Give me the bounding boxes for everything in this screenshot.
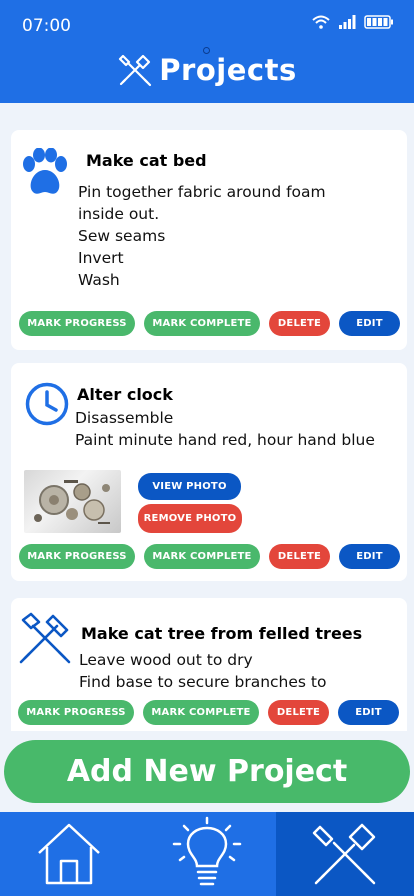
edit-button[interactable]: EDIT <box>339 311 400 336</box>
wifi-icon <box>312 15 330 29</box>
project-step: Find base to secure branches to <box>79 673 327 691</box>
lightbulb-icon <box>172 816 242 886</box>
home-icon <box>38 823 100 885</box>
project-step: Wash <box>78 271 120 289</box>
mark-complete-button[interactable]: MARK COMPLETE <box>144 544 260 569</box>
project-card: Alter clock Disassemble Paint minute han… <box>11 363 407 581</box>
project-title: Make cat bed <box>86 151 207 170</box>
project-step: Sew seams <box>78 227 166 245</box>
project-card: Make cat bed Pin together fabric around … <box>11 130 407 350</box>
status-icons <box>312 15 394 29</box>
status-time: 07:00 <box>22 16 71 36</box>
project-title: Alter clock <box>77 385 173 404</box>
project-step: Paint minute hand red, hour hand blue <box>75 431 375 449</box>
signal-icon <box>339 15 356 29</box>
page-title-text: Projects <box>159 53 297 87</box>
page-title: Projects <box>0 52 414 88</box>
hammer-saw-icon <box>19 612 71 664</box>
project-title: Make cat tree from felled trees <box>81 624 363 643</box>
mark-complete-button[interactable]: MARK COMPLETE <box>143 700 259 725</box>
delete-button[interactable]: DELETE <box>268 700 329 725</box>
remove-photo-button[interactable]: REMOVE PHOTO <box>138 504 242 533</box>
delete-button[interactable]: DELETE <box>269 544 330 569</box>
project-step: Disassemble <box>75 409 174 427</box>
edit-button[interactable]: EDIT <box>338 700 399 725</box>
mark-progress-button[interactable]: MARK PROGRESS <box>19 311 135 336</box>
edit-button[interactable]: EDIT <box>339 544 400 569</box>
project-card: Make cat tree from felled trees Leave wo… <box>11 598 407 731</box>
project-step: Leave wood out to dry <box>79 651 253 669</box>
nav-projects[interactable] <box>276 812 414 896</box>
project-steps: Disassemble Paint minute hand red, hour … <box>75 407 375 451</box>
tools-icon <box>119 54 152 87</box>
battery-icon <box>364 15 393 29</box>
app-header: 07:00 Projects <box>0 0 414 103</box>
mark-progress-button[interactable]: MARK PROGRESS <box>18 700 134 725</box>
nav-ideas[interactable] <box>138 812 276 896</box>
clock-icon <box>25 382 69 426</box>
tools-icon <box>312 823 376 885</box>
project-step: Invert <box>78 249 124 267</box>
project-steps: Pin together fabric around foam inside o… <box>78 181 326 291</box>
view-photo-button[interactable]: VIEW PHOTO <box>138 473 241 500</box>
project-step: inside out. <box>78 205 160 223</box>
bottom-nav <box>0 812 414 896</box>
project-step: Pin together fabric around foam <box>78 183 326 201</box>
delete-button[interactable]: DELETE <box>269 311 330 336</box>
project-steps: Leave wood out to dry Find base to secur… <box>79 649 326 693</box>
project-photo <box>24 470 121 533</box>
clock-parts-image <box>34 480 110 524</box>
paw-icon <box>23 148 67 194</box>
add-new-project-button[interactable]: Add New Project <box>4 740 410 803</box>
mark-progress-button[interactable]: MARK PROGRESS <box>19 544 135 569</box>
nav-home[interactable] <box>0 812 138 896</box>
mark-complete-button[interactable]: MARK COMPLETE <box>144 311 260 336</box>
